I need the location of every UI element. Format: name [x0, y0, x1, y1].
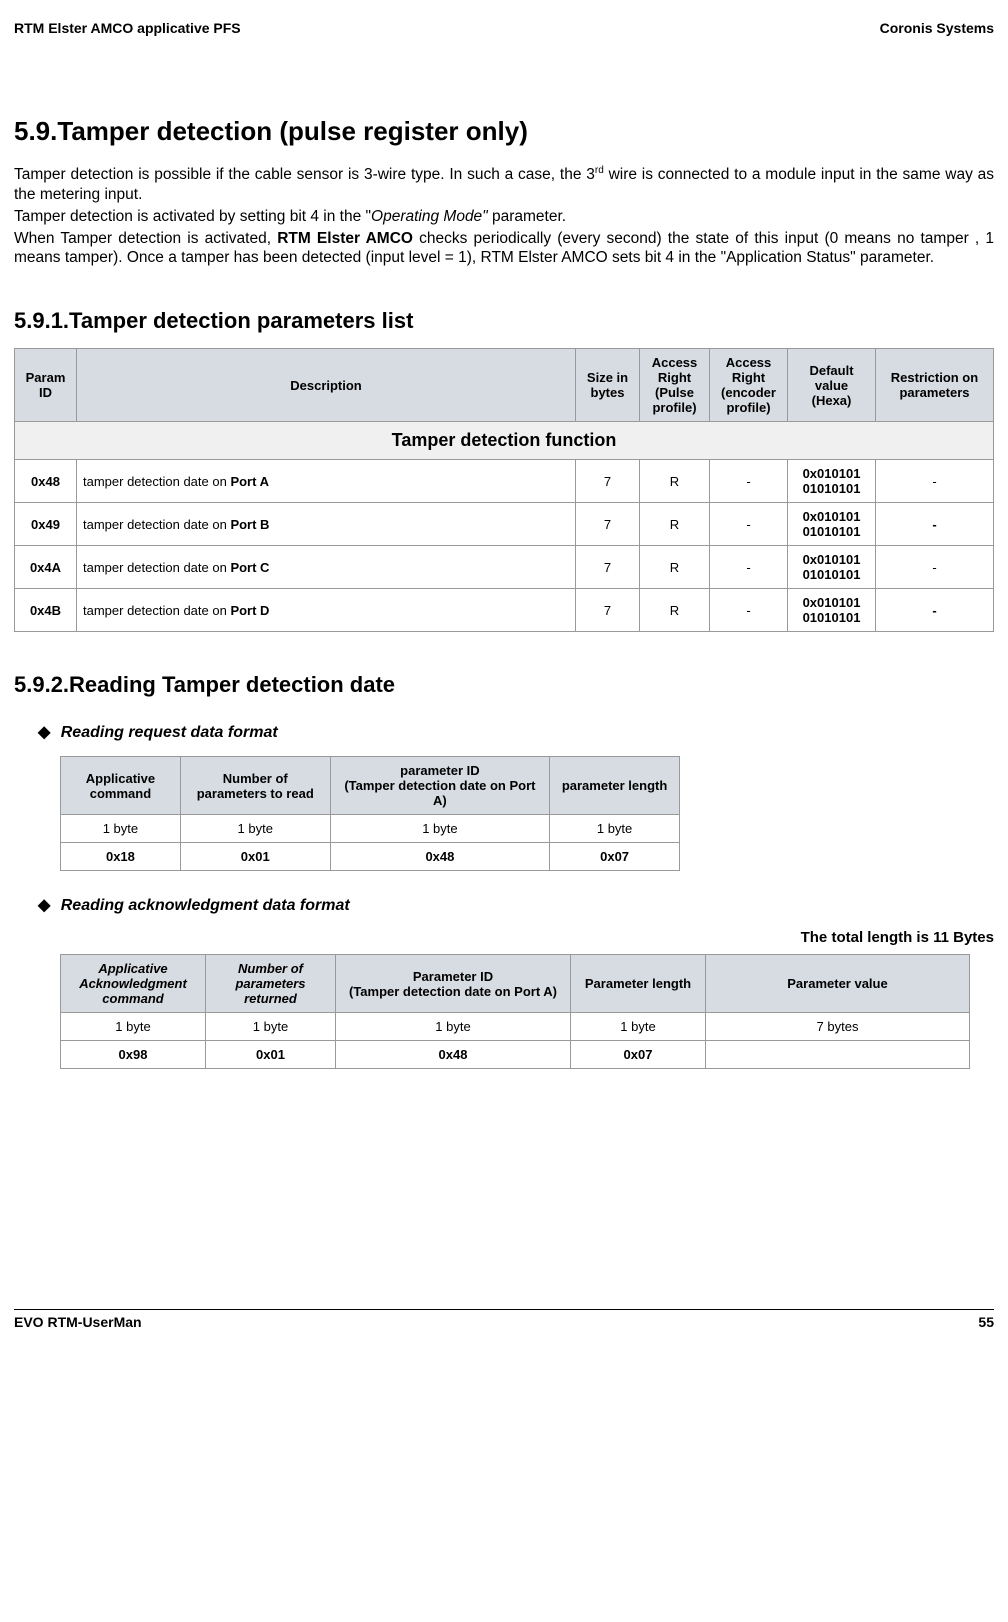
reading-request-heading: Reading request data format	[60, 722, 994, 742]
ack-format-table: Applicative Acknowledgment command Numbe…	[60, 954, 970, 1069]
table-section-row: Tamper detection function	[15, 422, 994, 460]
table-row: 0x98 0x01 0x48 0x07	[61, 1041, 970, 1069]
page-header: RTM Elster AMCO applicative PFS Coronis …	[14, 20, 994, 36]
header-right: Coronis Systems	[880, 20, 994, 36]
total-length-note: The total length is 11 Bytes	[14, 929, 994, 946]
col-access-pulse: Access Right (Pulse profile)	[640, 349, 710, 422]
col-description: Description	[77, 349, 576, 422]
reading-ack-heading: Reading acknowledgment data format	[60, 895, 994, 915]
subsection-5-9-1: 5.9.1.Tamper detection parameters list	[14, 308, 994, 334]
col-param-id: Param ID	[15, 349, 77, 422]
footer-page-number: 55	[978, 1314, 994, 1330]
table-row: 0x48 tamper detection date on Port A 7 R…	[15, 460, 994, 503]
col-size: Size in bytes	[576, 349, 640, 422]
intro-paragraph-3: When Tamper detection is activated, RTM …	[14, 229, 994, 269]
table-header-row: Applicative command Number of parameters…	[61, 757, 680, 815]
intro-paragraph-2: Tamper detection is activated by setting…	[14, 207, 994, 227]
table-header-row: Applicative Acknowledgment command Numbe…	[61, 955, 970, 1013]
col-restriction: Restriction on parameters	[876, 349, 994, 422]
intro-paragraph-1: Tamper detection is possible if the cabl…	[14, 165, 994, 205]
header-left: RTM Elster AMCO applicative PFS	[14, 20, 241, 36]
table-row: 1 byte 1 byte 1 byte 1 byte	[61, 815, 680, 843]
parameters-table: Param ID Description Size in bytes Acces…	[14, 348, 994, 632]
page-footer: EVO RTM-UserMan 55	[14, 1309, 994, 1330]
table-row: 0x49 tamper detection date on Port B 7 R…	[15, 503, 994, 546]
col-access-encoder: Access Right (encoder profile)	[710, 349, 788, 422]
table-row: 0x18 0x01 0x48 0x07	[61, 843, 680, 871]
table-row: 1 byte 1 byte 1 byte 1 byte 7 bytes	[61, 1013, 970, 1041]
table-row: 0x4B tamper detection date on Port D 7 R…	[15, 589, 994, 632]
footer-left: EVO RTM-UserMan	[14, 1314, 142, 1330]
subsection-5-9-2: 5.9.2.Reading Tamper detection date	[14, 672, 994, 698]
col-default: Default value (Hexa)	[788, 349, 876, 422]
table-row: 0x4A tamper detection date on Port C 7 R…	[15, 546, 994, 589]
table-header-row: Param ID Description Size in bytes Acces…	[15, 349, 994, 422]
request-format-table: Applicative command Number of parameters…	[60, 756, 680, 871]
section-heading-5-9: 5.9.Tamper detection (pulse register onl…	[14, 116, 994, 147]
